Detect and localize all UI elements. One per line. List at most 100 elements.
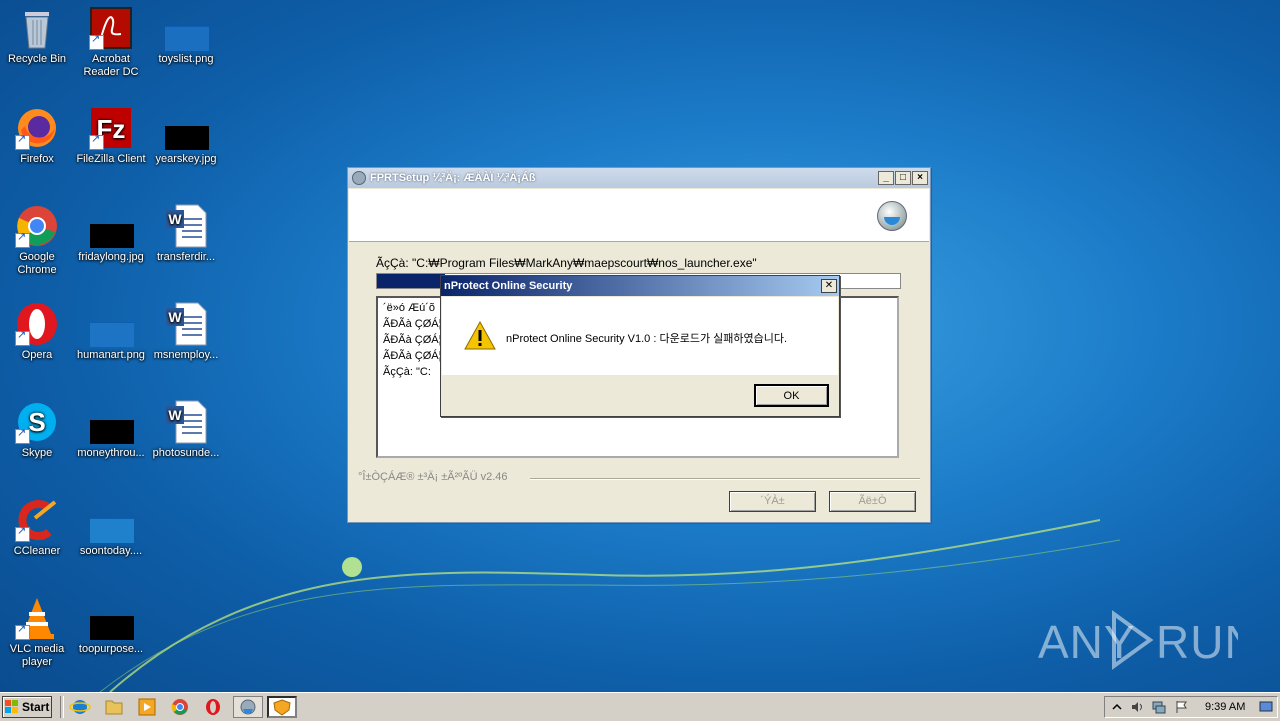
setup-app-icon (240, 699, 256, 715)
taskbar-separator (60, 696, 64, 718)
maximize-button[interactable]: □ (895, 171, 911, 185)
image-thumbnail-icon (164, 6, 209, 51)
internet-explorer-icon (69, 700, 91, 714)
desktop-icon-firefox[interactable]: Firefox (0, 106, 74, 166)
image-thumbnail-icon (89, 400, 134, 444)
image-thumbnail-icon (89, 498, 134, 543)
desktop-icon-label: transferdir... (156, 251, 216, 263)
progress-fill (377, 274, 445, 288)
shortcut-arrow-icon (15, 231, 30, 248)
anyrun-watermark: ANY RUN (1038, 608, 1258, 670)
desktop-icon-label: CCleaner (13, 545, 61, 557)
desktop-icon-opera[interactable]: Opera (0, 302, 74, 362)
setup-window-titlebar[interactable]: FPRTSetup ¼³Ä¡: ÆÄÀÏ ¼³Ä¡Áß _ □ × (348, 168, 930, 188)
setup-window-title: FPRTSetup ¼³Ä¡: ÆÄÀÏ ¼³Ä¡Áß (370, 172, 536, 184)
nprotect-logo-icon (877, 201, 907, 231)
desktop-icon-label: Firefox (20, 153, 54, 165)
taskbar-setup-window-button[interactable] (233, 696, 263, 718)
image-thumbnail-icon (89, 302, 134, 347)
warning-icon (464, 320, 496, 354)
taskbar-explorer-button[interactable] (100, 696, 128, 718)
show-desktop-icon[interactable] (1259, 700, 1273, 714)
desktop-icon-label: toyslist.png (158, 53, 214, 65)
desktop-icon-file[interactable]: toopurpose... (74, 596, 148, 656)
firefox-icon (15, 106, 59, 150)
svg-text:W: W (168, 309, 182, 325)
desktop-icon-label: msnemploy... (153, 349, 219, 361)
desktop-icon-word-doc[interactable]: W photosunde... (149, 400, 223, 460)
desktop-icon-file[interactable]: fridaylong.jpg (74, 204, 148, 264)
desktop-icon-file[interactable]: humanart.png (74, 302, 148, 362)
close-icon: ✕ (824, 280, 834, 291)
dialog-titlebar[interactable]: nProtect Online Security ✕ (441, 276, 839, 296)
desktop-icon-label: moneythrou... (77, 447, 145, 459)
filezilla-icon: Fz (89, 106, 133, 150)
recycle-bin-icon (15, 6, 59, 50)
desktop-icon-acrobat[interactable]: Acrobat Reader DC (74, 6, 148, 79)
desktop-icon-file[interactable]: yearskey.jpg (149, 106, 223, 166)
desktop-icon-chrome[interactable]: Google Chrome (0, 204, 74, 277)
desktop-icon-recycle-bin[interactable]: Recycle Bin (0, 6, 74, 66)
dialog-close-button[interactable]: ✕ (821, 279, 837, 293)
opera-icon (206, 699, 220, 715)
taskbar-chrome-button[interactable] (166, 696, 194, 718)
start-button[interactable]: Start (2, 696, 52, 718)
taskbar-nprotect-button[interactable] (267, 696, 297, 718)
network-icon[interactable] (1152, 700, 1166, 714)
desktop-icon-label: photosunde... (152, 447, 220, 459)
shortcut-arrow-icon (89, 33, 104, 50)
desktop-icon-filezilla[interactable]: Fz FileZilla Client (74, 106, 148, 166)
setup-header-panel (349, 189, 929, 242)
back-button[interactable]: ´ÝÀ± (729, 491, 816, 512)
system-tray: 9:39 AM (1104, 696, 1278, 718)
opera-icon (15, 302, 59, 346)
minimize-button[interactable]: _ (878, 171, 894, 185)
cancel-button[interactable]: Ãë±Ò (829, 491, 916, 512)
taskbar: Start 9:39 AM (0, 692, 1280, 721)
desktop-icon-label: FileZilla Client (76, 153, 146, 165)
svg-text:S: S (28, 407, 45, 437)
taskbar-media-player-button[interactable] (133, 696, 161, 718)
svg-text:W: W (168, 211, 182, 227)
desktop-icon-label: Google Chrome (17, 251, 57, 276)
desktop-icon-file[interactable]: moneythrou... (74, 400, 148, 460)
desktop-icon-label: Acrobat Reader DC (83, 53, 139, 78)
desktop-icon-word-doc[interactable]: W msnemploy... (149, 302, 223, 362)
desktop-icon-ccleaner[interactable]: CCleaner (0, 498, 74, 558)
taskbar-opera-button[interactable] (199, 696, 227, 718)
desktop-icon-label: toopurpose... (78, 643, 144, 655)
desktop-icon-label: Recycle Bin (7, 53, 67, 65)
word-document-icon: W (164, 400, 208, 444)
shortcut-arrow-icon (15, 623, 30, 640)
desktop-icon-label: soontoday.... (79, 545, 143, 557)
desktop-icon-file[interactable]: soontoday.... (74, 498, 148, 558)
nprotect-dialog: nProtect Online Security ✕ nProtect Onli… (440, 275, 840, 417)
action-center-flag-icon[interactable] (1174, 700, 1188, 714)
install-path-text: ÃçÇà: "C:₩Program Files₩MarkAny₩maepscou… (376, 256, 757, 270)
windows-logo-icon (5, 700, 19, 714)
taskbar-ie-button[interactable] (66, 696, 94, 718)
desktop-icon-label: yearskey.jpg (155, 153, 217, 165)
vlc-cone-icon (15, 596, 59, 640)
desktop-icon-label: Opera (21, 349, 53, 361)
desktop-icon-word-doc[interactable]: W transferdir... (149, 204, 223, 264)
desktop-icon-skype[interactable]: S Skype (0, 400, 74, 460)
shortcut-arrow-icon (89, 133, 104, 150)
ccleaner-icon (15, 498, 59, 542)
close-button[interactable]: × (912, 171, 928, 185)
chrome-icon (171, 699, 188, 715)
shortcut-arrow-icon (15, 427, 30, 444)
dialog-title: nProtect Online Security (444, 280, 573, 292)
word-document-icon: W (164, 302, 208, 346)
clock[interactable]: 9:39 AM (1205, 701, 1245, 713)
word-document-icon: W (164, 204, 208, 248)
media-player-icon (138, 698, 156, 716)
volume-icon[interactable] (1130, 700, 1144, 714)
shortcut-arrow-icon (15, 133, 30, 150)
desktop-icon-file[interactable]: toyslist.png (149, 6, 223, 66)
desktop-icon-label: VLC media player (9, 643, 65, 668)
show-hidden-icons-icon[interactable] (1110, 700, 1124, 714)
ok-button[interactable]: OK (754, 384, 829, 407)
desktop-icon-label: humanart.png (77, 349, 145, 361)
desktop-icon-vlc[interactable]: VLC media player (0, 596, 74, 669)
